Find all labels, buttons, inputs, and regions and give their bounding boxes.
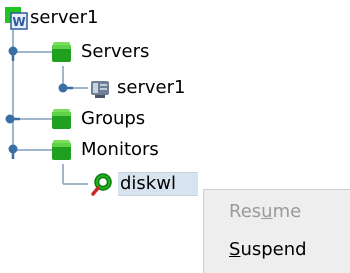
expand-handle-icon[interactable]: [4, 110, 24, 130]
green-folder-icon: [52, 140, 71, 160]
green-folder-icon: [52, 42, 71, 62]
svg-text:W: W: [12, 15, 25, 29]
expand-handle-icon[interactable]: [57, 79, 77, 99]
green-folder-icon: [52, 109, 71, 129]
collapse-handle-icon[interactable]: [4, 141, 24, 161]
tree-node-label: server1: [117, 77, 186, 98]
tree-node-label: Servers: [81, 41, 150, 62]
tree-node-monitor[interactable]: diskwl: [90, 171, 198, 197]
menu-item-resume[interactable]: Resume: [229, 199, 301, 225]
tree-node-groups[interactable]: Groups: [49, 106, 145, 132]
tree-node-label: diskwl: [118, 172, 198, 196]
tree-node-label: server1: [30, 7, 99, 28]
tree-node-servers[interactable]: Servers: [49, 39, 149, 65]
tree-node-label: Groups: [81, 108, 146, 129]
tree-node-monitors[interactable]: Monitors: [49, 137, 159, 163]
menu-item-suspend[interactable]: Suspend: [229, 237, 307, 263]
tree-node-server[interactable]: server1: [87, 75, 185, 101]
tree-node-label: Monitors: [81, 139, 159, 160]
context-menu: Resume Suspend: [203, 189, 350, 273]
tree-node-root[interactable]: W server1: [2, 5, 98, 31]
cluster-icon: W: [5, 7, 28, 30]
server-icon: [91, 81, 109, 98]
monitor-magnifier-icon: [91, 173, 112, 196]
collapse-handle-icon[interactable]: [4, 43, 24, 63]
